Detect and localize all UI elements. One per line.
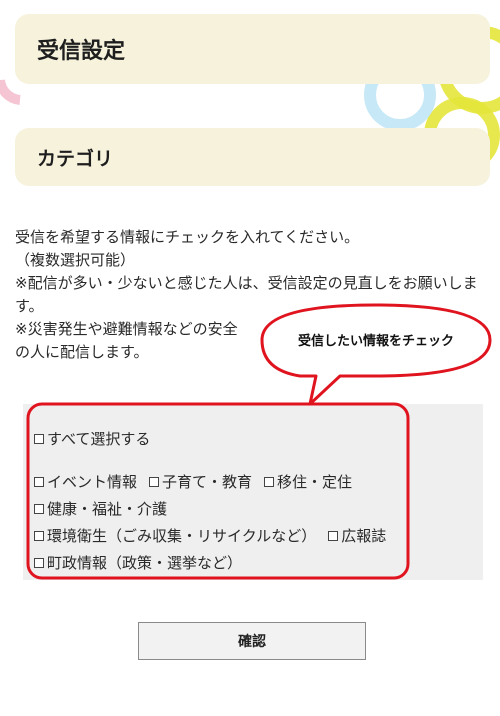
checkbox-icon[interactable] [264, 476, 275, 487]
instruction-line: ※配信が多い・少ないと感じた人は、受信設定の見直しをお願いします。 [15, 274, 478, 315]
checkbox-icon[interactable] [149, 476, 160, 487]
checkbox-icon[interactable] [34, 557, 44, 568]
checkbox-label: 町政情報（政策・選挙など） [47, 554, 243, 572]
checkbox-label: 子育て・教育 [162, 473, 253, 491]
checkbox-icon[interactable] [34, 433, 44, 444]
checkbox-icon[interactable] [34, 530, 44, 541]
checkbox-select-all[interactable]: すべて選択する [34, 428, 150, 449]
category-heading: カテゴリ [15, 128, 490, 186]
checkbox-town-admin[interactable]: 町政情報（政策・選挙など） [34, 552, 242, 573]
checkbox-event[interactable]: イベント情報 [34, 471, 137, 492]
checkbox-label: 環境衛生（ごみ収集・リサイクルなど） [47, 527, 317, 545]
checkbox-label: すべて選択する [47, 430, 151, 448]
checkbox-icon[interactable] [328, 530, 339, 541]
checkbox-childcare[interactable]: 子育て・教育 [149, 471, 252, 492]
callout-text: 受信したい情報をチェック [297, 334, 454, 349]
checkbox-label: イベント情報 [47, 473, 138, 491]
instruction-line: 受信を希望する情報にチェックを入れてください。 [15, 228, 360, 246]
checkbox-health[interactable]: 健康・福祉・介護 [34, 498, 167, 519]
checkbox-migration[interactable]: 移住・定住 [264, 471, 352, 492]
checkbox-icon[interactable] [34, 476, 44, 487]
checkbox-label: 移住・定住 [277, 473, 353, 491]
checkbox-environment[interactable]: 環境衛生（ごみ収集・リサイクルなど） [34, 525, 316, 546]
page-title: 受信設定 [15, 14, 490, 84]
checkbox-label: 広報誌 [341, 527, 387, 545]
confirm-button[interactable]: 確認 [138, 622, 366, 660]
checkbox-pr-magazine[interactable]: 広報誌 [328, 525, 386, 546]
checkbox-icon[interactable] [34, 503, 44, 514]
checkbox-label: 健康・福祉・介護 [47, 500, 168, 518]
instruction-line: （複数選択可能） [15, 251, 136, 269]
